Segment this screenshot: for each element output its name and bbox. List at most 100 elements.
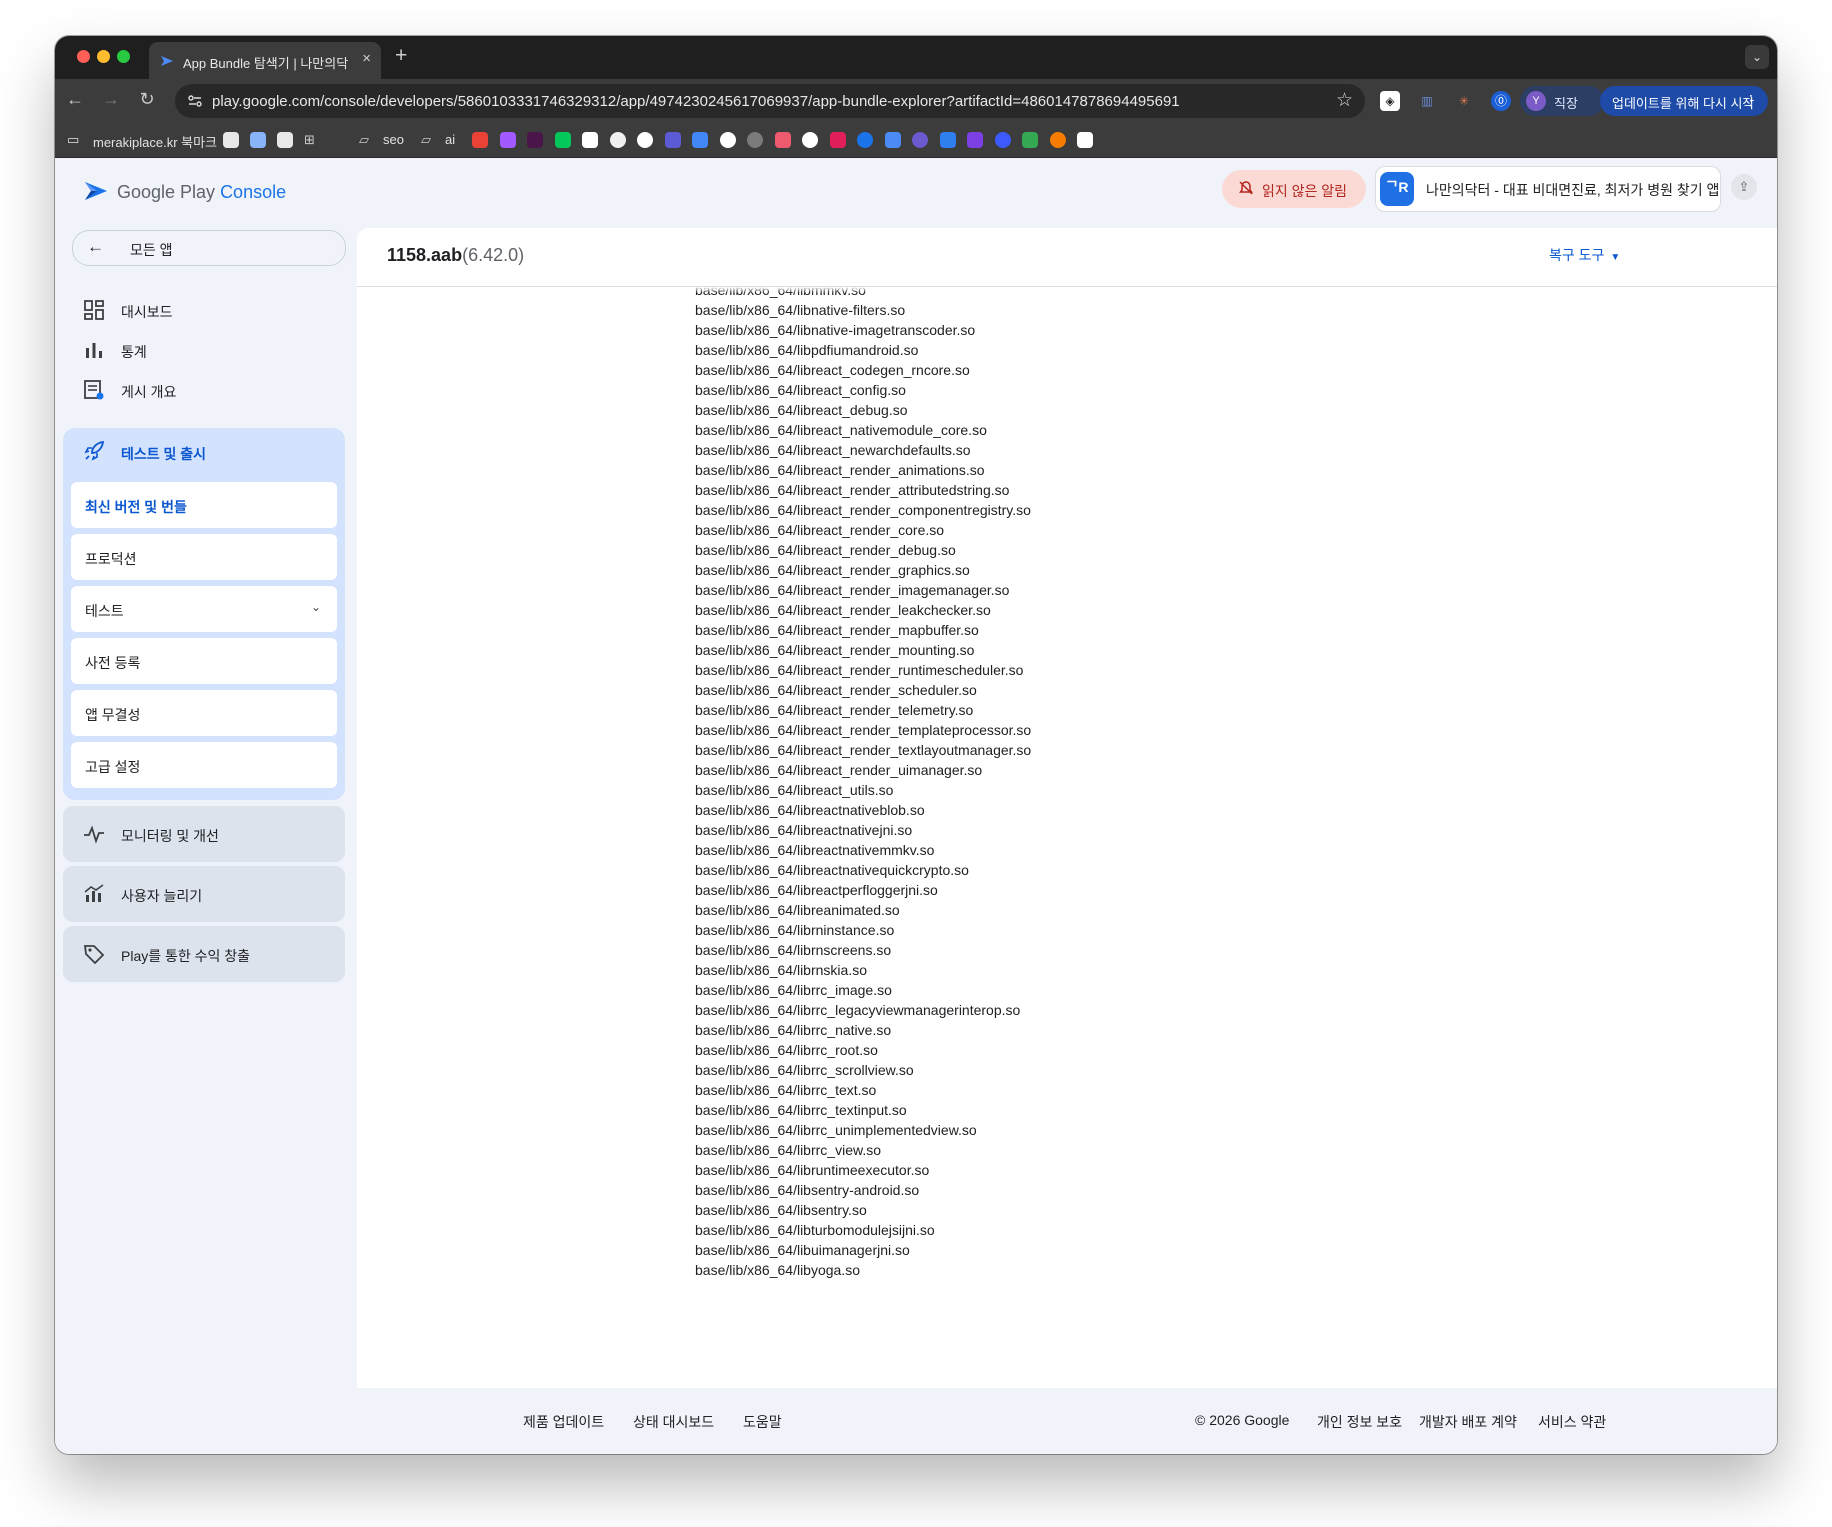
bookmark-app-icon[interactable] bbox=[1022, 132, 1038, 148]
footer-link-terms[interactable]: 서비스 약관 bbox=[1538, 1412, 1606, 1432]
file-entry: base/lib/x86_64/libnative-filters.so bbox=[695, 302, 906, 318]
tab-close-icon[interactable]: × bbox=[362, 50, 371, 67]
file-entry: base/lib/x86_64/librninstance.so bbox=[695, 922, 895, 938]
file-entry: base/lib/x86_64/libturbomodulejsijni.so bbox=[695, 1222, 935, 1238]
tag-icon bbox=[83, 945, 105, 965]
extension-password-icon[interactable]: ⓪ bbox=[1491, 91, 1511, 111]
extension-claude-icon[interactable]: ✳ bbox=[1454, 91, 1474, 111]
reload-icon[interactable]: ↻ bbox=[135, 89, 159, 110]
close-window-button[interactable] bbox=[77, 50, 90, 63]
profile-button[interactable]: Y 직장 bbox=[1520, 86, 1604, 116]
footer-link-product-updates[interactable]: 제품 업데이트 bbox=[523, 1412, 604, 1432]
bookmark-app-icon[interactable] bbox=[665, 132, 681, 148]
footer-link-developer-agreement[interactable]: 개발자 배포 계약 bbox=[1419, 1412, 1517, 1432]
bookmark-folder-seo[interactable]: seo bbox=[383, 132, 404, 147]
forward-arrow-icon[interactable]: → bbox=[99, 89, 123, 110]
bookmark-app-icon[interactable] bbox=[967, 132, 983, 148]
unread-alerts-button[interactable]: 읽지 않은 알림 bbox=[1222, 170, 1366, 208]
more-vert-icon[interactable]: ⋮ bbox=[1744, 92, 1758, 109]
bookmark-app-icon[interactable] bbox=[1077, 132, 1093, 148]
sidebar-group-monetize[interactable]: Play를 통한 수익 창출 bbox=[63, 926, 345, 982]
gmail-icon[interactable] bbox=[472, 132, 488, 148]
file-entry: base/lib/x86_64/libyoga.so bbox=[695, 1262, 861, 1278]
file-entry: base/lib/x86_64/libreactnativequickcrypt… bbox=[695, 862, 969, 878]
google-play-console-logo-icon[interactable] bbox=[83, 178, 109, 204]
sidebar-item-pre-registration[interactable]: 사전 등록 bbox=[71, 638, 337, 684]
alerts-label: 읽지 않은 알림 bbox=[1262, 183, 1348, 199]
avatar: Y bbox=[1526, 91, 1546, 111]
share-icon[interactable]: ⇪ bbox=[1731, 174, 1757, 200]
update-label: 업데이트를 위해 다시 시작 bbox=[1612, 96, 1755, 111]
bookmark-app-icon[interactable] bbox=[775, 132, 791, 148]
sidebar-group-label: 모니터링 및 개선 bbox=[121, 828, 219, 844]
minimize-window-button[interactable] bbox=[97, 50, 110, 63]
naver-icon[interactable] bbox=[555, 132, 571, 148]
update-relaunch-button[interactable]: 업데이트를 위해 다시 시작 ⋮ bbox=[1600, 86, 1768, 116]
all-apps-button[interactable]: ← 모든 앱 bbox=[72, 230, 346, 266]
bookmarks-bar: ▭ merakiplace.kr 북마크 ⊞ ▱ seo ▱ ai bbox=[55, 123, 1777, 158]
bookmark-app-icon[interactable] bbox=[223, 132, 239, 148]
sidebar-item-advanced-settings[interactable]: 고급 설정 bbox=[71, 742, 337, 788]
sidebar-item-app-integrity[interactable]: 앱 무결성 bbox=[71, 690, 337, 736]
sidebar-group-grow-users[interactable]: 사용자 늘리기 bbox=[63, 866, 345, 922]
bookmark-app-icon[interactable] bbox=[940, 132, 956, 148]
back-arrow-icon[interactable]: ← bbox=[63, 89, 87, 110]
app-selector[interactable]: ᄀR 나만의닥터 - 대표 비대면진료, 최저가 병원 찾기 앱 bbox=[1375, 166, 1721, 212]
sidebar-group-monitoring[interactable]: 모니터링 및 개선 bbox=[63, 806, 345, 862]
calendar-icon[interactable] bbox=[692, 132, 708, 148]
bookmark-app-icon[interactable] bbox=[250, 132, 266, 148]
file-entry: base/lib/x86_64/libreact_render_telemetr… bbox=[695, 702, 974, 718]
sidebar-item-publishing-overview[interactable]: 게시 개요 bbox=[83, 374, 343, 406]
browser-tab[interactable]: App Bundle 탐색기 | 나만의닥터 × bbox=[149, 42, 381, 79]
recovery-tools-label: 복구 도구 bbox=[1549, 247, 1605, 263]
footer-link-help[interactable]: 도움말 bbox=[743, 1412, 782, 1432]
footer-link-status-dashboard[interactable]: 상태 대시보드 bbox=[633, 1412, 714, 1432]
footer-link-privacy[interactable]: 개인 정보 보호 bbox=[1317, 1412, 1402, 1432]
vercel-icon[interactable] bbox=[637, 132, 653, 148]
address-bar[interactable]: play.google.com/console/developers/58601… bbox=[175, 84, 1365, 118]
folder-icon: ▱ bbox=[359, 132, 369, 147]
play-console-icon[interactable] bbox=[885, 132, 901, 148]
tab-search-button[interactable]: ⌄ bbox=[1745, 45, 1769, 69]
apple-icon[interactable] bbox=[747, 132, 763, 148]
bundle-version: (6.42.0) bbox=[462, 245, 525, 265]
sidebar-item-dashboard[interactable]: 대시보드 bbox=[83, 294, 343, 326]
console-brand[interactable]: Google Play Console bbox=[117, 182, 286, 203]
bookmark-merakiplace[interactable]: merakiplace.kr 북마크 bbox=[93, 132, 217, 151]
recovery-tools-dropdown[interactable]: 복구 도구 ▼ bbox=[1549, 245, 1620, 265]
file-entry: base/lib/x86_64/libreact_utils.so bbox=[695, 782, 894, 798]
file-entry: base/lib/x86_64/libreact_render_animatio… bbox=[695, 462, 985, 478]
file-entry: base/lib/x86_64/libuimanagerjni.so bbox=[695, 1242, 910, 1258]
folder-icon: ▱ bbox=[421, 132, 431, 147]
figma-icon[interactable] bbox=[500, 132, 516, 148]
bookmark-app-icon[interactable] bbox=[912, 132, 928, 148]
extension-chart-icon[interactable]: ▥ bbox=[1417, 91, 1437, 111]
bookmark-app-icon[interactable] bbox=[995, 132, 1011, 148]
extension-icon[interactable]: ◈ bbox=[1380, 91, 1400, 111]
sidebar-item-statistics[interactable]: 통계 bbox=[83, 334, 343, 366]
bookmark-app-icon[interactable] bbox=[582, 132, 598, 148]
sidebar-item-latest-releases-and-bundles[interactable]: 최신 버전 및 번들 bbox=[71, 482, 337, 528]
bookmark-grid-icon[interactable]: ⊞ bbox=[304, 132, 315, 148]
sidebar-item-production[interactable]: 프로덕션 bbox=[71, 534, 337, 580]
sidebar-subitem-label: 앱 무결성 bbox=[85, 707, 141, 723]
zoom-window-button[interactable] bbox=[117, 50, 130, 63]
google-icon[interactable] bbox=[802, 132, 818, 148]
site-settings-icon[interactable] bbox=[187, 93, 203, 109]
file-entry: base/lib/x86_64/libreact_debug.so bbox=[695, 402, 908, 418]
new-tab-button[interactable]: + bbox=[395, 44, 407, 68]
tab-strip: App Bundle 탐색기 | 나만의닥터 × + ⌄ bbox=[55, 36, 1777, 79]
bookmark-folder-icon[interactable]: ▭ bbox=[67, 132, 79, 148]
sidebar-group-label: 테스트 및 출시 bbox=[121, 446, 207, 462]
sidebar-item-testing[interactable]: 테스트 ⌄ bbox=[71, 586, 337, 632]
firebase-icon[interactable] bbox=[1050, 132, 1066, 148]
bookmark-folder-ai[interactable]: ai bbox=[445, 132, 455, 147]
bookmark-app-icon[interactable] bbox=[277, 132, 293, 148]
bookmark-star-icon[interactable]: ☆ bbox=[1336, 89, 1353, 112]
google-icon[interactable] bbox=[720, 132, 736, 148]
github-icon[interactable] bbox=[610, 132, 626, 148]
file-entry: base/lib/x86_64/libreact_nativemodule_co… bbox=[695, 422, 987, 438]
slack-icon[interactable] bbox=[527, 132, 543, 148]
bookmark-app-icon[interactable] bbox=[857, 132, 873, 148]
bookmark-app-icon[interactable] bbox=[830, 132, 846, 148]
